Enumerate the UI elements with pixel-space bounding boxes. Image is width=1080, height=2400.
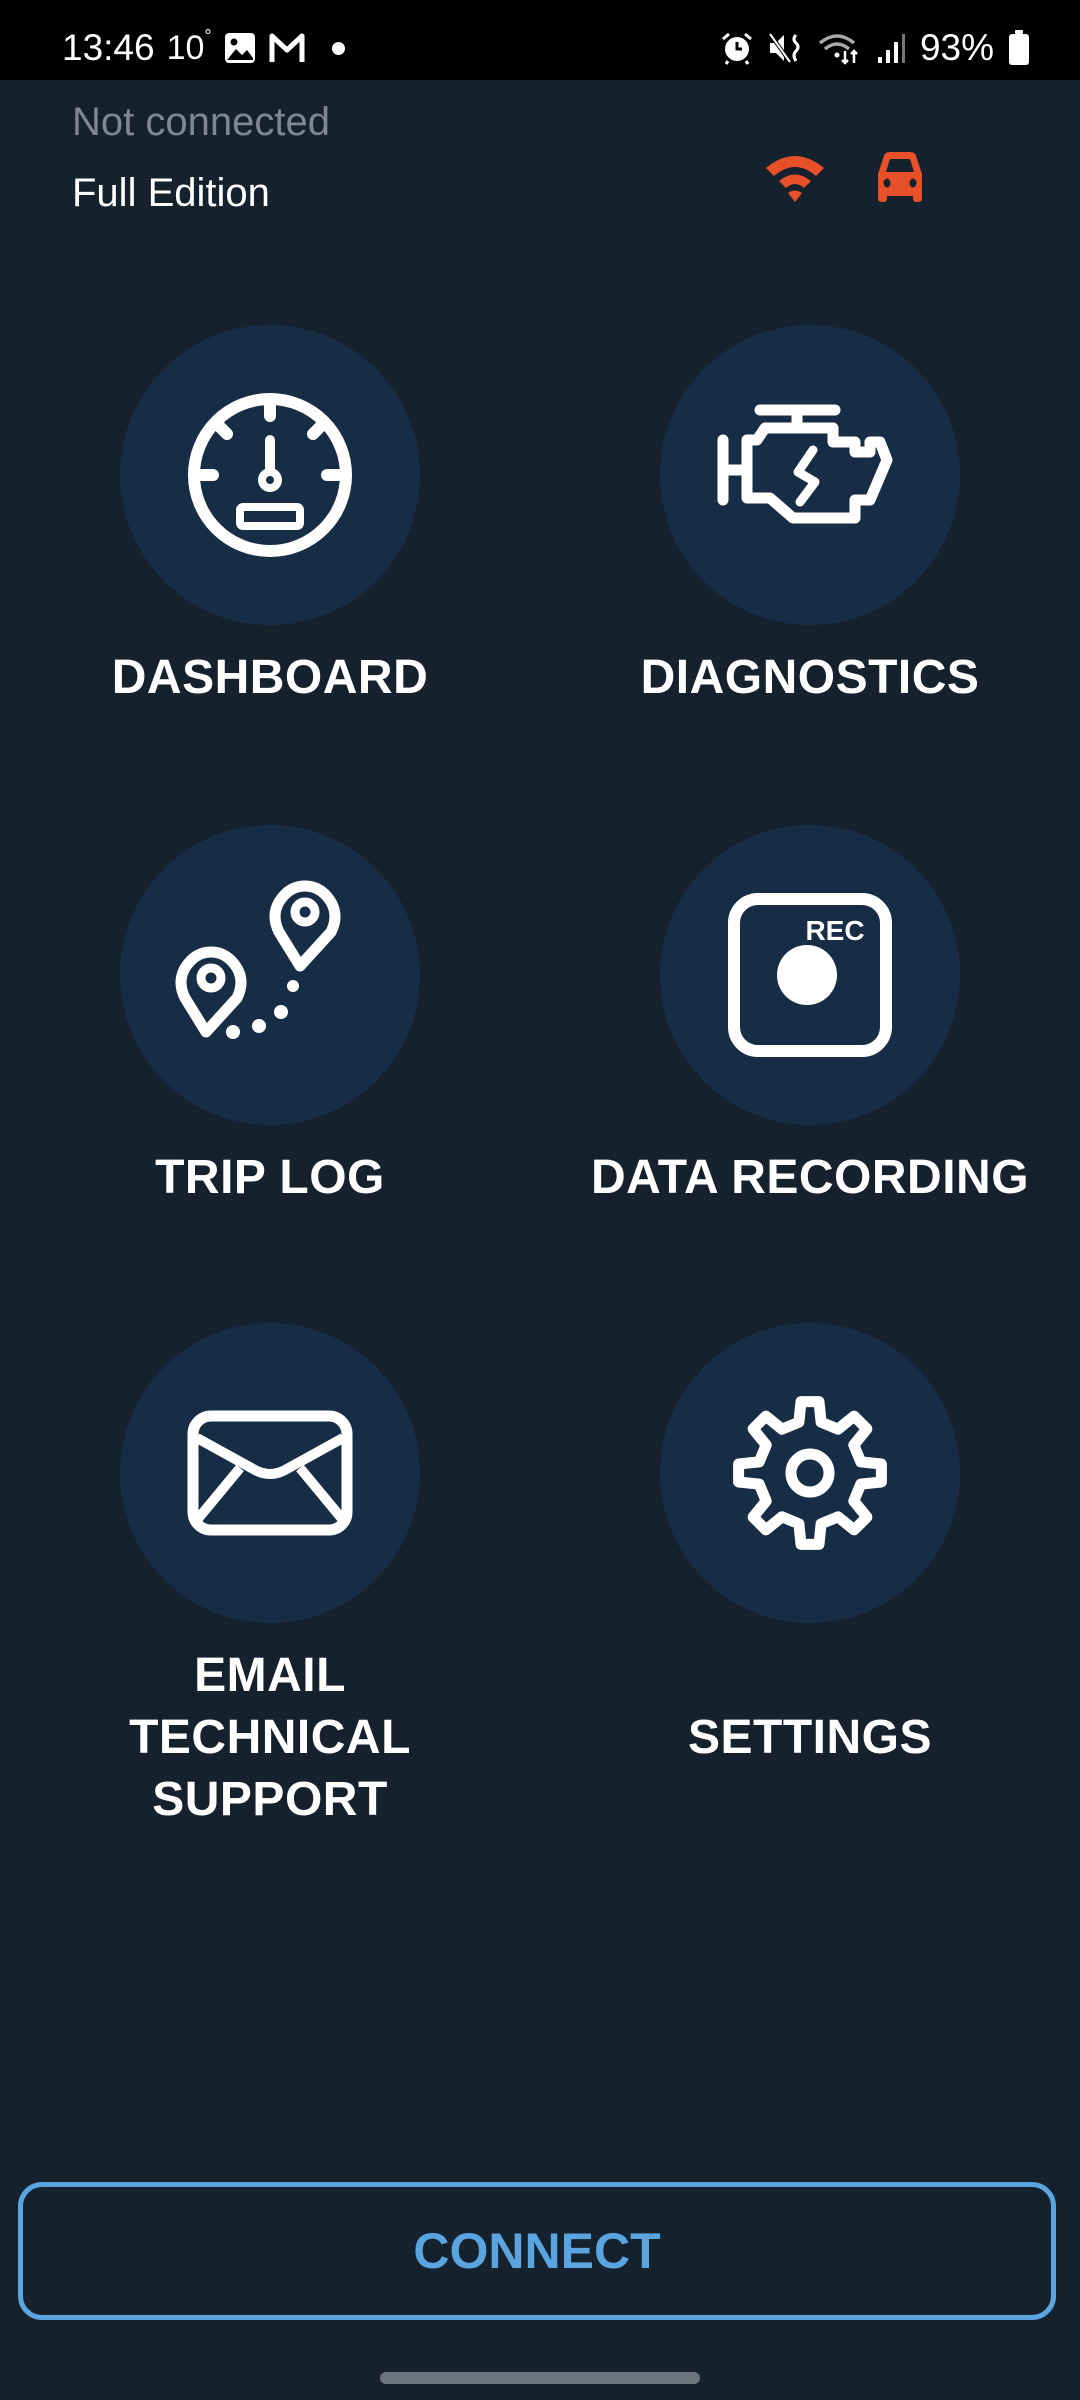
weather-temp: 10° — [166, 26, 212, 68]
car-icon[interactable] — [870, 150, 930, 206]
menu-item-email-support[interactable]: EMAIL TECHNICAL SUPPORT — [0, 1323, 540, 1831]
email-support-icon-circle[interactable] — [120, 1323, 420, 1623]
settings-label: SETTINGS — [687, 1711, 933, 1764]
connect-button[interactable]: CONNECT — [18, 2182, 1056, 2320]
clock: 13:46 — [62, 27, 155, 68]
menu-item-settings[interactable]: SETTINGS — [540, 1323, 1080, 1769]
dashboard-label: DASHBOARD — [111, 651, 429, 704]
gesture-home-bar[interactable] — [380, 2372, 700, 2384]
temp-unit: ° — [204, 26, 212, 47]
status-bar: 13:46 10° 93% — [0, 0, 1080, 80]
menu-item-trip-log[interactable]: TRIP LOG — [0, 825, 540, 1209]
connection-header: Not connected Full Edition — [72, 100, 330, 216]
notification-dot — [331, 41, 345, 55]
alarm-icon — [721, 32, 752, 65]
trip-log-icon-circle[interactable] — [120, 825, 420, 1125]
diagnostics-label: DIAGNOSTICS — [640, 651, 980, 704]
settings-icon-circle[interactable] — [660, 1323, 960, 1623]
wifi-adapter-icon[interactable] — [760, 150, 830, 206]
email-support-label-line-1: EMAIL — [194, 1649, 346, 1702]
edition-label: Full Edition — [72, 171, 270, 215]
email-support-label-line-2: TECHNICAL — [129, 1711, 411, 1764]
battery-icon — [1009, 30, 1029, 65]
gallery-icon — [224, 33, 255, 63]
diagnostics-icon-circle[interactable] — [660, 325, 960, 625]
route-pins-icon — [175, 880, 341, 1039]
data-recording-label: DATA RECORDING — [590, 1151, 1030, 1204]
trip-log-label: TRIP LOG — [155, 1151, 385, 1204]
menu-item-data-recording[interactable]: REC DATA RECORDING — [540, 825, 1080, 1209]
gmail-icon — [269, 33, 305, 62]
header-status-icons — [760, 150, 930, 206]
battery-percent: 93% — [919, 27, 994, 68]
record-icon: REC — [728, 893, 892, 1057]
email-support-label-line-3: SUPPORT — [152, 1773, 388, 1826]
engine-icon — [717, 404, 893, 524]
data-recording-icon-circle[interactable]: REC — [660, 825, 960, 1125]
connection-status: Not connected — [72, 100, 330, 144]
wifi-data-icon — [818, 34, 858, 65]
speedometer-icon — [188, 393, 352, 557]
gear-icon — [733, 1396, 887, 1550]
menu-item-diagnostics[interactable]: DIAGNOSTICS — [540, 325, 1080, 709]
menu-item-dashboard[interactable]: DASHBOARD — [0, 325, 540, 709]
email-support-label: EMAIL TECHNICAL SUPPORT — [0, 1645, 540, 1831]
envelope-icon — [187, 1410, 353, 1536]
signal-icon — [877, 34, 905, 63]
rec-text: REC — [805, 915, 864, 946]
temp-value: 10 — [166, 28, 205, 67]
dashboard-icon-circle[interactable] — [120, 325, 420, 625]
mute-vibrate-icon — [768, 32, 800, 64]
